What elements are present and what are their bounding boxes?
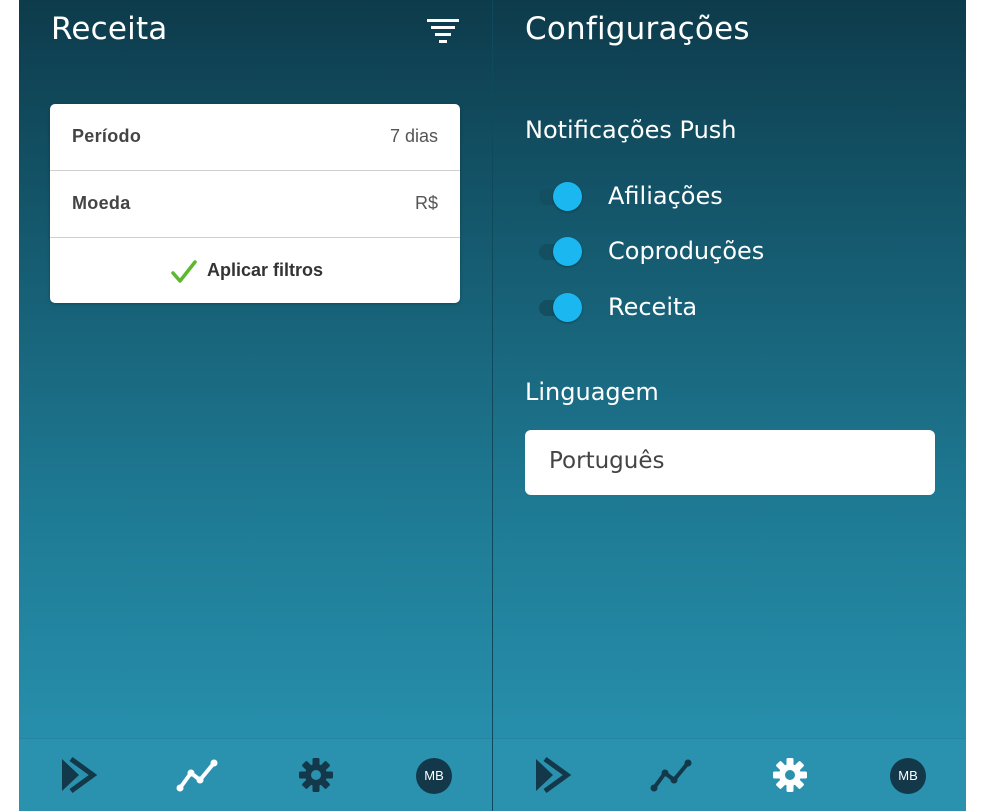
nav-chart-button[interactable] [176,755,220,795]
avatar[interactable]: MB [890,758,926,794]
nav-play-button[interactable] [57,755,101,795]
nav-settings-button[interactable] [770,755,814,795]
play-icon [536,756,572,794]
toggle-coproducoes[interactable]: Coproduções [537,233,937,273]
check-icon [171,260,197,283]
chart-icon [176,759,218,792]
nav-chart-button[interactable] [650,755,694,795]
toggle-receita[interactable]: Receita [537,289,937,329]
revenue-screen: Receita Período 7 dias Moeda R$ Aplicar … [19,0,492,811]
settings-screen: Configurações Notificações Push Afiliaçõ… [493,0,966,811]
filter-card: Período 7 dias Moeda R$ Aplicar filtros [50,104,460,303]
period-filter-row[interactable]: Período 7 dias [50,104,460,171]
avatar[interactable]: MB [416,758,452,794]
page-title: Receita [51,11,168,47]
currency-value: R$ [414,193,438,213]
bottom-navigation: MB [493,738,966,811]
gear-icon [773,758,807,792]
currency-filter-row[interactable]: Moeda R$ [50,171,460,238]
bottom-navigation: MB [19,738,492,811]
period-value: 7 dias [389,126,438,146]
page-title: Configurações [525,11,750,47]
chart-icon [650,759,692,792]
gear-icon [299,758,333,792]
language-value: Português [549,448,665,474]
toggle-thumb [553,237,582,266]
nav-settings-button[interactable] [296,755,340,795]
play-icon [62,756,98,794]
currency-label: Moeda [72,193,131,213]
language-heading: Linguagem [525,378,659,406]
toggle-thumb [553,182,582,211]
toggle-thumb [553,293,582,322]
toggle-label: Coproduções [608,237,765,265]
apply-filters-label: Aplicar filtros [207,260,324,280]
apply-filters-button[interactable]: Aplicar filtros [50,238,460,303]
toggle-label: Afiliações [608,182,723,210]
filter-lines-icon[interactable] [424,16,464,46]
push-notifications-heading: Notificações Push [525,116,737,144]
toggle-label: Receita [608,293,698,321]
toggle-afiliacoes[interactable]: Afiliações [537,178,937,218]
period-label: Período [72,126,142,146]
language-select[interactable]: Português [525,430,935,495]
nav-play-button[interactable] [531,755,575,795]
